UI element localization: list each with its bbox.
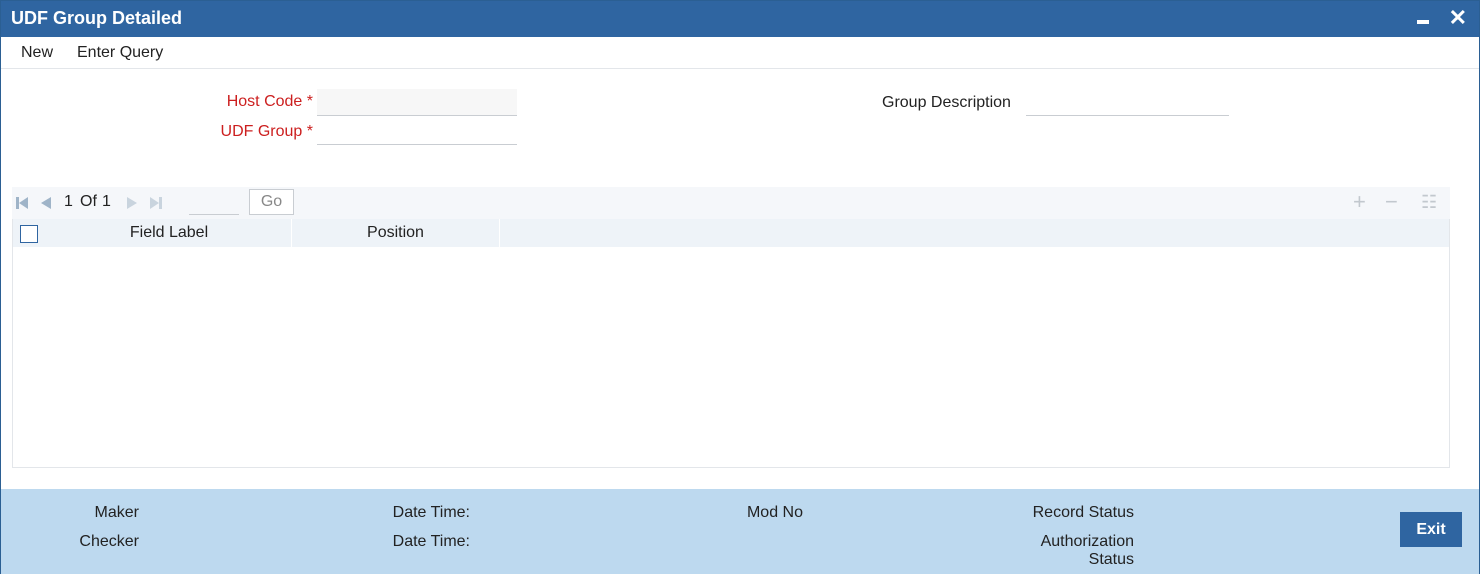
total-pages: 1: [102, 193, 111, 210]
audit-footer: Maker Checker Date Time: Date Time: Mod …: [1, 489, 1479, 574]
maker-date-time-label: Date Time:: [392, 504, 470, 521]
menu-bar: New Enter Query: [1, 37, 1479, 69]
udf-group-label-text: UDF Group: [220, 123, 303, 140]
next-page-icon[interactable]: [124, 195, 140, 211]
column-header-field-label[interactable]: Field Label: [47, 219, 292, 247]
page-of-label: Of: [80, 193, 97, 210]
required-marker: *: [306, 93, 313, 110]
add-row-icon[interactable]: +: [1353, 191, 1366, 213]
exit-button[interactable]: Exit: [1400, 512, 1462, 547]
checker-label: Checker: [79, 533, 139, 550]
window-title: UDF Group Detailed: [11, 8, 183, 28]
enter-query-menu-item[interactable]: Enter Query: [77, 44, 163, 62]
host-code-label-text: Host Code: [226, 93, 303, 110]
required-marker: *: [306, 123, 313, 140]
authorization-status-label-line2: Status: [1088, 551, 1134, 568]
udf-group-field[interactable]: [317, 118, 517, 145]
host-code-field[interactable]: [317, 89, 517, 116]
title-bar: UDF Group Detailed ✕: [1, 1, 1479, 37]
grid-pager: 1 Of 1 Go + − ☷: [12, 187, 1450, 219]
previous-page-icon[interactable]: [38, 195, 54, 211]
group-description-label: Group Description: [882, 94, 1011, 111]
udf-group-window: UDF Group Detailed ✕ New Enter Query Hos…: [0, 0, 1480, 574]
new-menu-item[interactable]: New: [21, 44, 53, 62]
current-page-number: 1: [64, 193, 73, 210]
first-page-icon[interactable]: [14, 195, 30, 211]
authorization-status-label-line1: Authorization: [1040, 533, 1134, 550]
group-description-field[interactable]: [1026, 89, 1229, 116]
go-button[interactable]: Go: [249, 189, 294, 215]
close-icon[interactable]: ✕: [1449, 6, 1467, 30]
grid-header: Field Label Position: [13, 219, 1449, 247]
select-all-checkbox[interactable]: [20, 225, 38, 243]
maker-label: Maker: [94, 504, 139, 521]
mod-no-label: Mod No: [746, 504, 803, 521]
page-number-input[interactable]: [189, 191, 239, 215]
last-page-icon[interactable]: [148, 195, 164, 211]
checker-date-time-label: Date Time:: [392, 533, 470, 550]
single-view-icon[interactable]: ☷: [1421, 191, 1437, 213]
host-code-label: Host Code *: [151, 93, 313, 111]
udf-group-label: UDF Group *: [151, 123, 313, 141]
udf-fields-grid: Field Label Position: [12, 219, 1450, 468]
record-status-label: Record Status: [1032, 504, 1134, 521]
column-header-position[interactable]: Position: [292, 219, 500, 247]
delete-row-icon[interactable]: −: [1385, 191, 1398, 213]
minimize-icon[interactable]: [1413, 9, 1433, 29]
